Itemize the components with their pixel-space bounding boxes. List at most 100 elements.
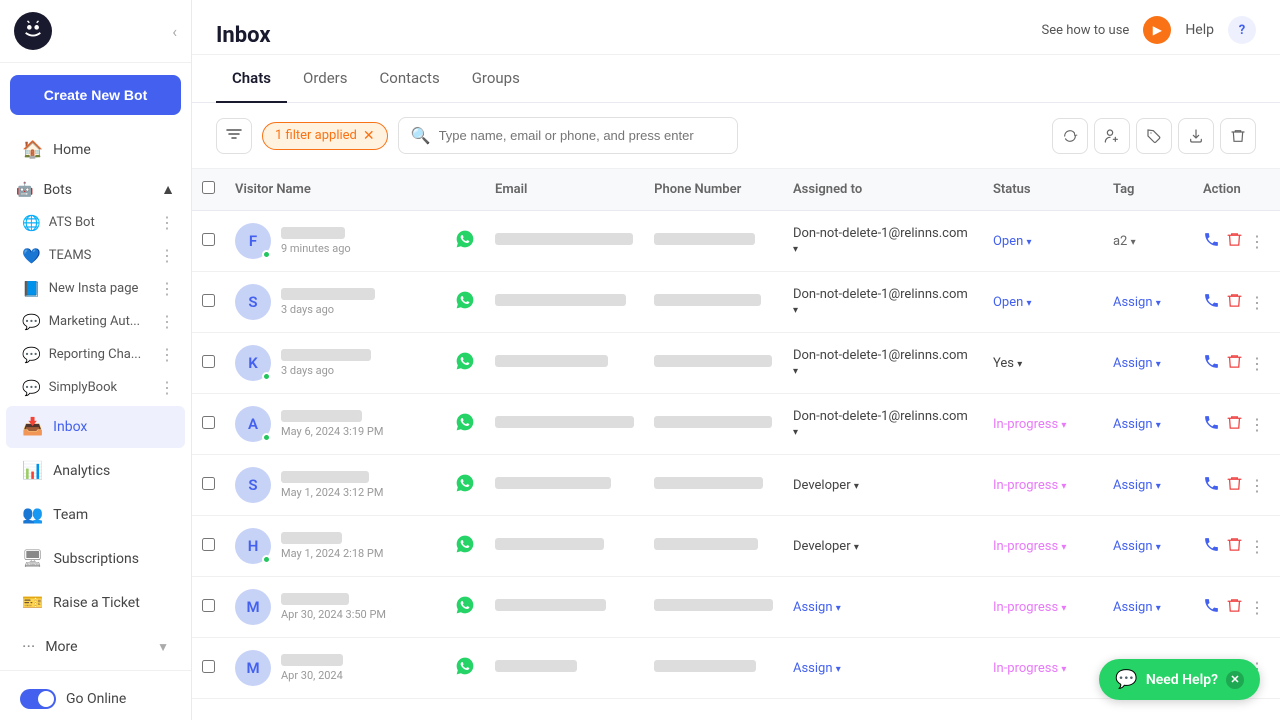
- delete-button[interactable]: [1226, 475, 1243, 496]
- bot-item-insta[interactable]: 📘 New Insta page ⋮: [0, 272, 191, 305]
- delete-button[interactable]: [1226, 536, 1243, 557]
- sidebar-item-raise-ticket[interactable]: 🎫 Raise a Ticket: [6, 582, 185, 624]
- refresh-button[interactable]: [1052, 118, 1088, 154]
- phone-value: [654, 599, 773, 611]
- search-box[interactable]: 🔍: [398, 117, 738, 154]
- sidebar-item-subscriptions[interactable]: 🖥 Subscriptions: [6, 538, 185, 580]
- tag-assign[interactable]: Assign ▾: [1113, 600, 1161, 615]
- row-checkbox[interactable]: [202, 599, 215, 612]
- call-button[interactable]: [1203, 536, 1220, 557]
- tag-assign[interactable]: Assign ▾: [1113, 478, 1161, 493]
- sidebar-item-team[interactable]: 👥 Team: [6, 494, 185, 536]
- bot-item-simplybook[interactable]: 💬 SimplyBook ⋮: [0, 371, 191, 404]
- sidebar-item-more[interactable]: ··· More ▼: [6, 626, 185, 668]
- row-more-button[interactable]: ⋮: [1249, 232, 1265, 251]
- tag-assign[interactable]: Assign ▾: [1113, 417, 1161, 432]
- bot-more-icon[interactable]: ⋮: [159, 213, 175, 232]
- row-checkbox[interactable]: [202, 294, 215, 307]
- status-badge[interactable]: Open ▾: [993, 234, 1032, 249]
- delete-button[interactable]: [1226, 231, 1243, 252]
- tab-orders[interactable]: Orders: [287, 55, 364, 103]
- play-button[interactable]: ▶: [1143, 16, 1171, 44]
- help-button[interactable]: ?: [1228, 16, 1256, 44]
- filter-button[interactable]: [216, 118, 252, 154]
- bot-item-reporting[interactable]: 💬 Reporting Cha... ⋮: [0, 338, 191, 371]
- assigned-to-user[interactable]: Don-not-delete-1@relinns.com ▾: [793, 287, 968, 317]
- row-checkbox[interactable]: [202, 416, 215, 429]
- row-checkbox[interactable]: [202, 660, 215, 673]
- tab-groups[interactable]: Groups: [456, 55, 536, 103]
- bot-more-icon-3[interactable]: ⋮: [159, 279, 175, 298]
- status-badge[interactable]: In-progress ▾: [993, 478, 1066, 493]
- bot-more-icon-2[interactable]: ⋮: [159, 246, 175, 265]
- need-help-button[interactable]: 💬 Need Help? ✕: [1099, 659, 1260, 700]
- bot-item-ats[interactable]: 🌐 ATS Bot ⋮: [0, 206, 191, 239]
- sidebar-item-home[interactable]: 🏠 Home: [6, 129, 185, 171]
- tab-contacts[interactable]: Contacts: [364, 55, 456, 103]
- bot-item-teams[interactable]: 💙 TEAMS ⋮: [0, 239, 191, 272]
- status-badge[interactable]: Yes ▾: [993, 356, 1022, 371]
- status-badge[interactable]: In-progress ▾: [993, 661, 1066, 676]
- assigned-to-assign[interactable]: Assign ▾: [793, 600, 841, 615]
- create-new-bot-button[interactable]: Create New Bot: [10, 75, 181, 115]
- tag-button[interactable]: [1136, 118, 1172, 154]
- bot-more-icon-4[interactable]: ⋮: [159, 312, 175, 331]
- row-checkbox[interactable]: [202, 477, 215, 490]
- row-more-button[interactable]: ⋮: [1249, 598, 1265, 617]
- tab-chats[interactable]: Chats: [216, 55, 287, 103]
- row-more-button[interactable]: ⋮: [1249, 293, 1265, 312]
- tag-assign[interactable]: Assign ▾: [1113, 539, 1161, 554]
- avatar: S: [235, 284, 271, 320]
- row-checkbox[interactable]: [202, 538, 215, 551]
- status-badge[interactable]: In-progress ▾: [993, 600, 1066, 615]
- assigned-to-user[interactable]: Don-not-delete-1@relinns.com ▾: [793, 226, 968, 256]
- delete-button[interactable]: [1226, 353, 1243, 374]
- sidebar-collapse-btn[interactable]: ‹: [172, 22, 177, 41]
- row-more-button[interactable]: ⋮: [1249, 415, 1265, 434]
- bot-more-icon-6[interactable]: ⋮: [159, 378, 175, 397]
- avatar: K: [235, 345, 271, 381]
- tag-assign[interactable]: Assign ▾: [1113, 295, 1161, 310]
- visitor-info: Apr 30, 2024 3:50 PM: [281, 593, 386, 621]
- tag-cell: a2 ▾: [1103, 211, 1193, 272]
- assigned-to-user[interactable]: Don-not-delete-1@relinns.com ▾: [793, 348, 968, 378]
- avatar-letter: M: [246, 659, 259, 677]
- assign-user-button[interactable]: [1094, 118, 1130, 154]
- call-button[interactable]: [1203, 597, 1220, 618]
- assigned-to-cell: Developer ▾: [783, 516, 983, 577]
- assigned-to-assign[interactable]: Assign ▾: [793, 661, 841, 676]
- sidebar-item-inbox[interactable]: 📥 Inbox: [6, 406, 185, 448]
- search-input[interactable]: [439, 128, 725, 143]
- call-button[interactable]: [1203, 353, 1220, 374]
- delete-all-button[interactable]: [1220, 118, 1256, 154]
- delete-button[interactable]: [1226, 597, 1243, 618]
- assigned-to-user[interactable]: Don-not-delete-1@relinns.com ▾: [793, 409, 968, 439]
- assigned-to-user[interactable]: Developer ▾: [793, 478, 859, 493]
- assigned-to-user[interactable]: Developer ▾: [793, 539, 859, 554]
- download-button[interactable]: [1178, 118, 1214, 154]
- filter-close-button[interactable]: ✕: [363, 128, 375, 144]
- delete-button[interactable]: [1226, 292, 1243, 313]
- row-more-button[interactable]: ⋮: [1249, 537, 1265, 556]
- call-button[interactable]: [1203, 231, 1220, 252]
- row-more-button[interactable]: ⋮: [1249, 476, 1265, 495]
- call-button[interactable]: [1203, 292, 1220, 313]
- sidebar-item-analytics[interactable]: 📊 Analytics: [6, 450, 185, 492]
- visitor-time: Apr 30, 2024: [281, 669, 343, 682]
- row-more-button[interactable]: ⋮: [1249, 354, 1265, 373]
- call-button[interactable]: [1203, 414, 1220, 435]
- need-help-close-button[interactable]: ✕: [1226, 671, 1244, 689]
- delete-button[interactable]: [1226, 414, 1243, 435]
- tag-assign[interactable]: Assign ▾: [1113, 356, 1161, 371]
- select-all-checkbox[interactable]: [202, 181, 215, 194]
- status-badge[interactable]: In-progress ▾: [993, 417, 1066, 432]
- row-checkbox[interactable]: [202, 233, 215, 246]
- sidebar-bots-header[interactable]: 🤖 Bots ▲: [0, 173, 191, 206]
- call-button[interactable]: [1203, 475, 1220, 496]
- bot-item-marketing[interactable]: 💬 Marketing Aut... ⋮: [0, 305, 191, 338]
- go-online-toggle[interactable]: [20, 689, 56, 709]
- status-badge[interactable]: In-progress ▾: [993, 539, 1066, 554]
- row-checkbox[interactable]: [202, 355, 215, 368]
- bot-more-icon-5[interactable]: ⋮: [159, 345, 175, 364]
- status-badge[interactable]: Open ▾: [993, 295, 1032, 310]
